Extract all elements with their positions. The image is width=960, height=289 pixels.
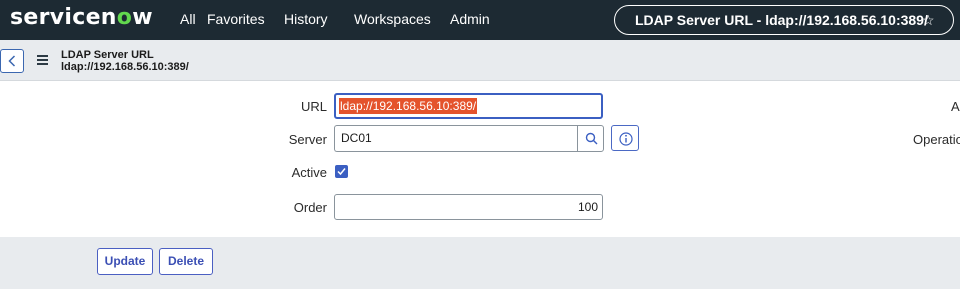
info-icon [619, 132, 633, 146]
url-input[interactable]: ldap://192.168.56.10:389/ [334, 93, 603, 119]
order-input[interactable]: 100 [334, 194, 603, 220]
servicenow-logo[interactable]: servicenow [10, 5, 153, 30]
form-title: LDAP Server URL [61, 49, 154, 61]
server-lookup-button[interactable] [577, 125, 604, 152]
form-header: LDAP Server URL ldap://192.168.56.10:389… [0, 40, 960, 81]
right-field-label-2: Operatio [913, 132, 960, 147]
active-label: Active [291, 165, 327, 180]
record-title-pill[interactable]: LDAP Server URL - ldap://192.168.56.10:3… [614, 5, 954, 35]
search-icon [585, 132, 598, 145]
url-value: ldap://192.168.56.10:389/ [339, 98, 478, 114]
active-checkbox[interactable] [335, 165, 348, 178]
checkmark-icon [337, 168, 346, 176]
nav-all[interactable]: All [180, 11, 196, 27]
server-info-button[interactable] [611, 125, 639, 151]
back-button[interactable] [0, 49, 24, 73]
server-label: Server [288, 132, 327, 147]
hamburger-menu-icon[interactable] [37, 55, 48, 65]
update-button[interactable]: Update [97, 248, 153, 275]
nav-workspaces[interactable]: Workspaces [354, 11, 431, 27]
nav-history[interactable]: History [284, 11, 328, 27]
url-label: URL [300, 99, 327, 114]
nav-admin[interactable]: Admin [450, 11, 490, 27]
star-icon[interactable]: ☆ [922, 6, 935, 34]
order-label: Order [293, 200, 327, 215]
server-input[interactable]: DC01 [334, 125, 578, 152]
form-subtitle: ldap://192.168.56.10:389/ [61, 61, 189, 73]
nav-favorites[interactable]: Favorites [207, 11, 265, 27]
chevron-left-icon [8, 55, 16, 67]
right-field-label-1: A [951, 99, 960, 114]
delete-button[interactable]: Delete [159, 248, 213, 275]
top-navigation: servicenow All Favorites History Workspa… [0, 0, 960, 40]
record-title: LDAP Server URL - ldap://192.168.56.10:3… [635, 12, 928, 28]
